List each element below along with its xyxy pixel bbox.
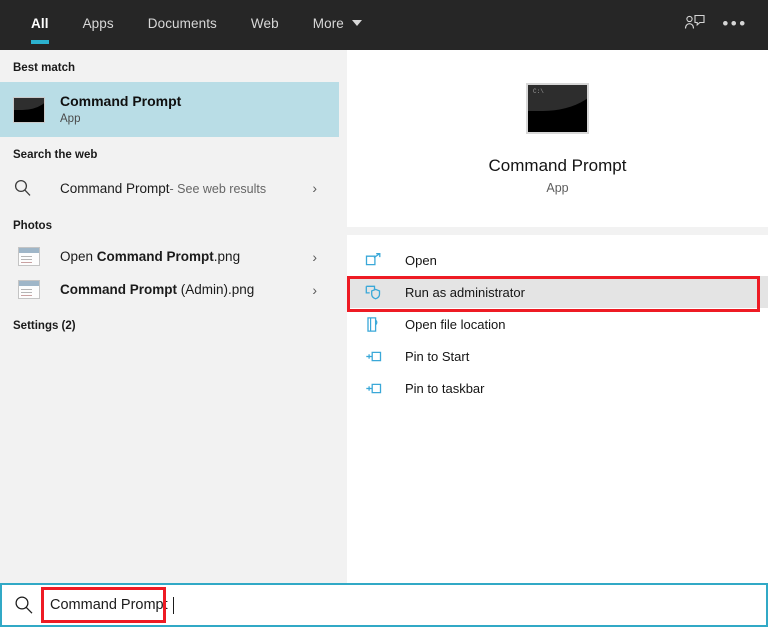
- settings-header: Settings (2): [13, 320, 76, 332]
- tab-list: All Apps Documents Web More: [0, 0, 379, 46]
- tab-all-label: All: [31, 15, 49, 31]
- pin-icon: [365, 381, 393, 396]
- shield-admin-icon: [365, 284, 393, 301]
- photo-thumbnail-icon: [18, 247, 40, 266]
- action-open-file-location[interactable]: Open file location: [347, 308, 768, 340]
- chevron-right-icon[interactable]: ›: [312, 181, 317, 195]
- photo-thumbnail-icon: [18, 280, 40, 299]
- photo-item-1-prefix: Open: [60, 249, 97, 264]
- result-item-command-prompt[interactable]: Command Prompt App: [0, 82, 339, 137]
- photo-item-1-match: Command Prompt: [96, 249, 214, 264]
- result-item-title: Command Prompt: [60, 92, 182, 109]
- search-results-body: Best match Command Prompt App Search the…: [0, 50, 768, 583]
- tab-active-indicator: [31, 40, 49, 44]
- result-item-subtitle: App: [60, 112, 81, 125]
- chevron-down-icon: [351, 20, 362, 26]
- tab-documents-label: Documents: [147, 15, 217, 31]
- photo-item-2[interactable]: Command Prompt (Admin).png ›: [0, 273, 339, 306]
- taskbar-search-bar[interactable]: Command Prompt: [0, 583, 768, 627]
- column-divider: [339, 50, 347, 583]
- topbar-actions: •••: [678, 0, 768, 46]
- best-match-header: Best match: [13, 62, 75, 74]
- feedback-person-icon: [684, 14, 705, 29]
- search-icon: [2, 594, 46, 616]
- action-run-as-administrator-label: Run as administrator: [405, 284, 525, 300]
- action-pin-to-start[interactable]: Pin to Start: [347, 340, 768, 372]
- preview-title: Command Prompt: [488, 155, 627, 175]
- action-pin-to-taskbar-label: Pin to taskbar: [405, 380, 485, 396]
- chevron-right-icon[interactable]: ›: [312, 283, 317, 297]
- web-result-text: Command Prompt- See web results: [60, 181, 266, 196]
- action-run-as-admin-wrapper: Run as administrator: [347, 276, 768, 312]
- preview-column: Command Prompt App Open: [347, 50, 768, 583]
- web-result-query: Command Prompt: [60, 180, 170, 196]
- preview-subtitle: App: [546, 180, 569, 195]
- search-icon: [13, 178, 45, 198]
- photo-item-2-label: Command Prompt (Admin).png: [60, 282, 254, 297]
- action-run-as-administrator[interactable]: Run as administrator: [347, 276, 768, 308]
- open-window-icon: [365, 252, 393, 269]
- tab-web-label: Web: [250, 15, 279, 31]
- pin-icon: [365, 349, 393, 364]
- folder-location-icon: [365, 316, 393, 333]
- photo-item-2-match: Command Prompt: [60, 282, 178, 297]
- photo-item-1-suffix: .png: [213, 249, 241, 264]
- tab-all[interactable]: All: [14, 0, 66, 46]
- app-preview-card: Command Prompt App: [347, 50, 768, 227]
- search-filter-topbar: All Apps Documents Web More •••: [0, 0, 768, 50]
- more-options-button[interactable]: •••: [718, 6, 752, 40]
- web-result-suffix: - See web results: [169, 181, 267, 196]
- result-item-text: Command Prompt App: [60, 93, 317, 127]
- tab-apps-label: Apps: [82, 15, 114, 31]
- search-input-wrapper[interactable]: Command Prompt: [41, 585, 174, 625]
- action-pin-to-taskbar[interactable]: Pin to taskbar: [347, 372, 768, 404]
- photo-item-2-suffix: (Admin).png: [177, 282, 255, 297]
- tab-more[interactable]: More: [296, 0, 379, 46]
- search-input[interactable]: Command Prompt: [46, 597, 172, 613]
- tab-web[interactable]: Web: [234, 0, 296, 46]
- search-the-web-header: Search the web: [13, 149, 98, 161]
- action-pin-to-start-label: Pin to Start: [405, 348, 470, 364]
- web-result-item[interactable]: Command Prompt- See web results ›: [0, 169, 339, 207]
- app-actions-list: Open Run as administrator Open file loca…: [347, 235, 768, 583]
- chevron-right-icon[interactable]: ›: [312, 250, 317, 264]
- command-prompt-icon: [13, 96, 45, 123]
- photos-header: Photos: [13, 220, 52, 232]
- windows-search-panel: All Apps Documents Web More ••• Best mat…: [0, 0, 768, 627]
- text-cursor: [172, 596, 174, 614]
- ellipsis-icon: •••: [722, 13, 748, 33]
- action-open-label: Open: [405, 252, 437, 268]
- tab-apps[interactable]: Apps: [66, 0, 131, 46]
- photo-item-1-label: Open Command Prompt.png: [60, 249, 240, 264]
- action-open[interactable]: Open: [347, 244, 768, 276]
- tab-documents[interactable]: Documents: [131, 0, 234, 46]
- photo-item-1[interactable]: Open Command Prompt.png ›: [0, 240, 339, 273]
- action-open-file-location-label: Open file location: [405, 316, 506, 332]
- feedback-button[interactable]: [678, 6, 712, 40]
- command-prompt-icon: [526, 82, 589, 134]
- results-list-column: Best match Command Prompt App Search the…: [0, 50, 339, 583]
- tab-more-label: More: [312, 15, 344, 31]
